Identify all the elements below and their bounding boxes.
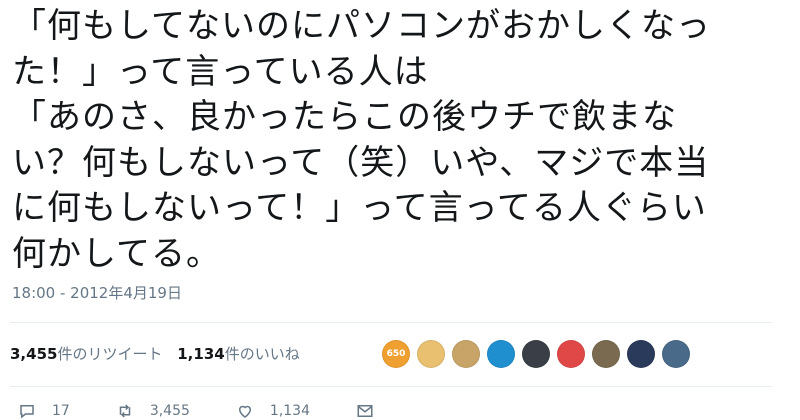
tweet-text: 「何もしてないのにパソコンがおかしくなっ た！」って言っている人は 「あのさ、良… <box>12 4 788 277</box>
divider <box>10 322 772 323</box>
likes-label: 件のいいね <box>224 345 300 363</box>
dm-button[interactable] <box>356 402 390 420</box>
liker-avatar[interactable] <box>487 340 515 368</box>
retweets-count: 3,455 <box>10 345 58 363</box>
liker-avatar[interactable] <box>452 340 480 368</box>
tweet-line: 「何もしてないのにパソコンがおかしくなっ <box>12 6 711 46</box>
retweets-stat[interactable]: 3,455件のリツイート <box>10 345 162 363</box>
retweets-label: 件のリツイート <box>57 345 163 363</box>
tweet-line: 何かしてる。 <box>12 233 221 274</box>
liker-avatar[interactable] <box>627 340 655 368</box>
envelope-icon <box>357 405 373 417</box>
liker-avatar[interactable] <box>417 340 445 368</box>
tweet-line: に何もしないって！」って言ってる人ぐらい <box>12 188 707 228</box>
liker-avatar[interactable] <box>592 340 620 368</box>
likes-count: 1,134 <box>177 345 225 363</box>
liker-avatar[interactable]: 650 <box>382 340 410 368</box>
tweet-actions: 17 3,455 1,134 <box>18 402 436 420</box>
reply-button[interactable]: 17 <box>18 402 70 420</box>
tweet-line: い？何もしないって（笑）いや、マジで本当 <box>12 142 710 183</box>
liker-avatar[interactable] <box>557 340 585 368</box>
retweet-button[interactable]: 3,455 <box>116 402 190 420</box>
heart-icon <box>238 405 251 418</box>
liker-avatar[interactable] <box>662 340 690 368</box>
tweet-timestamp[interactable]: 18:00 - 2012年4月19日 <box>12 282 182 303</box>
tweet-line: た！」って言っている人は <box>12 51 429 92</box>
tweet-line: 「あのさ、良かったらこの後ウチで飲まな <box>12 97 677 137</box>
like-button[interactable]: 1,134 <box>236 402 310 420</box>
liker-avatars: 650 <box>382 340 697 368</box>
liker-avatar[interactable] <box>522 340 550 368</box>
likes-stat[interactable]: 1,134件のいいね <box>177 345 299 363</box>
retweet-icon <box>119 404 131 418</box>
divider <box>10 386 772 387</box>
tweet-stats: 3,455件のリツイート 1,134件のいいね <box>10 343 310 364</box>
reply-icon <box>20 405 34 419</box>
avatar-text: 650 <box>386 349 406 359</box>
